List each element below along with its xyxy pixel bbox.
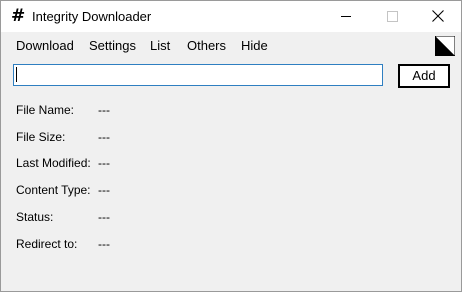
content-type-value: --- [98, 183, 110, 197]
menu-item-download[interactable]: Download [16, 38, 74, 54]
maximize-button [369, 1, 415, 32]
menu-item-list[interactable]: List [150, 38, 170, 54]
hash-icon: # [11, 6, 26, 26]
text-caret [16, 67, 17, 82]
file-size-value: --- [98, 130, 110, 144]
file-name-label: File Name: [16, 103, 75, 117]
window-title: Integrity Downloader [32, 9, 152, 24]
minimize-icon [341, 16, 351, 17]
file-name-value: --- [98, 103, 110, 117]
menu-item-hide[interactable]: Hide [241, 38, 268, 54]
title-bar[interactable]: # Integrity Downloader [1, 1, 461, 32]
minimize-button[interactable] [323, 1, 369, 32]
close-button[interactable] [415, 1, 461, 32]
url-input[interactable] [13, 64, 383, 86]
app-window: # Integrity Downloader Download Settings… [0, 0, 462, 292]
redirect-to-label: Redirect to: [16, 237, 78, 251]
menu-item-others[interactable]: Others [187, 38, 226, 54]
add-button[interactable]: Add [398, 64, 450, 88]
content-type-label: Content Type: [16, 183, 91, 197]
last-modified-value: --- [98, 156, 110, 170]
half-triangle-icon[interactable] [435, 36, 455, 56]
menu-bar: Download Settings List Others Hide [1, 32, 461, 58]
redirect-to-value: --- [98, 237, 110, 251]
last-modified-label: Last Modified: [16, 156, 91, 170]
maximize-icon [387, 11, 398, 22]
file-size-label: File Size: [16, 130, 66, 144]
status-label: Status: [16, 210, 54, 224]
close-icon [432, 10, 444, 22]
menu-item-settings[interactable]: Settings [89, 38, 136, 54]
status-value: --- [98, 210, 110, 224]
